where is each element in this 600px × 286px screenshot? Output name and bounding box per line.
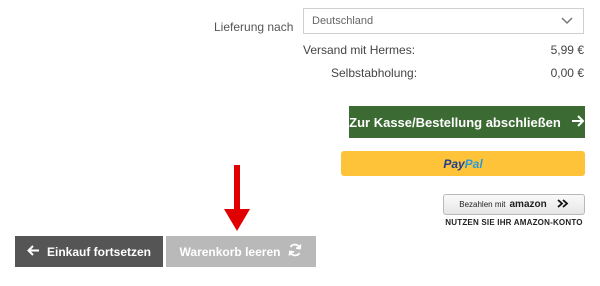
shipping-cost-row-hermes: Versand mit Hermes: 5,99 € <box>303 43 584 57</box>
red-arrow-annotation-icon <box>222 165 252 238</box>
amazon-pay-button[interactable]: Bezahlen mit amazon <box>443 194 585 215</box>
pickup-cost-value: 0,00 € <box>550 66 584 80</box>
chevron-down-icon <box>561 17 573 25</box>
paypal-logo: PayPal <box>443 156 483 171</box>
continue-shopping-button[interactable]: Einkauf fortsetzen <box>15 236 163 267</box>
arrow-left-icon <box>27 244 40 259</box>
shipping-cost-row-pickup: Selbstabholung: 0,00 € <box>303 66 584 80</box>
continue-shopping-label: Einkauf fortsetzen <box>46 244 151 259</box>
checkout-button[interactable]: Zur Kasse/Bestellung abschließen <box>349 106 585 138</box>
checkout-label: Zur Kasse/Bestellung abschließen <box>349 114 561 130</box>
arrow-right-icon <box>571 114 585 130</box>
pickup-cost-label: Selbstabholung: <box>331 66 418 80</box>
amazon-pay-prefix: Bezahlen mit <box>459 200 506 209</box>
shipping-cost-value: 5,99 € <box>550 43 584 57</box>
paypal-button[interactable]: PayPal <box>341 151 585 176</box>
clear-cart-label: Warenkorb leeren <box>179 244 281 259</box>
refresh-icon <box>288 243 302 260</box>
amazon-pay-subtitle: NUTZEN SIE IHR AMAZON-KONTO <box>445 218 583 227</box>
double-chevron-right-icon <box>557 198 569 211</box>
shipping-country-select[interactable]: Deutschland <box>303 8 584 34</box>
shipping-cost-label: Versand mit Hermes: <box>303 43 416 57</box>
shipping-label: Lieferung nach <box>214 20 294 34</box>
amazon-logo: amazon <box>509 199 547 210</box>
clear-cart-button[interactable]: Warenkorb leeren <box>166 236 316 267</box>
shipping-country-value: Deutschland <box>312 15 374 27</box>
